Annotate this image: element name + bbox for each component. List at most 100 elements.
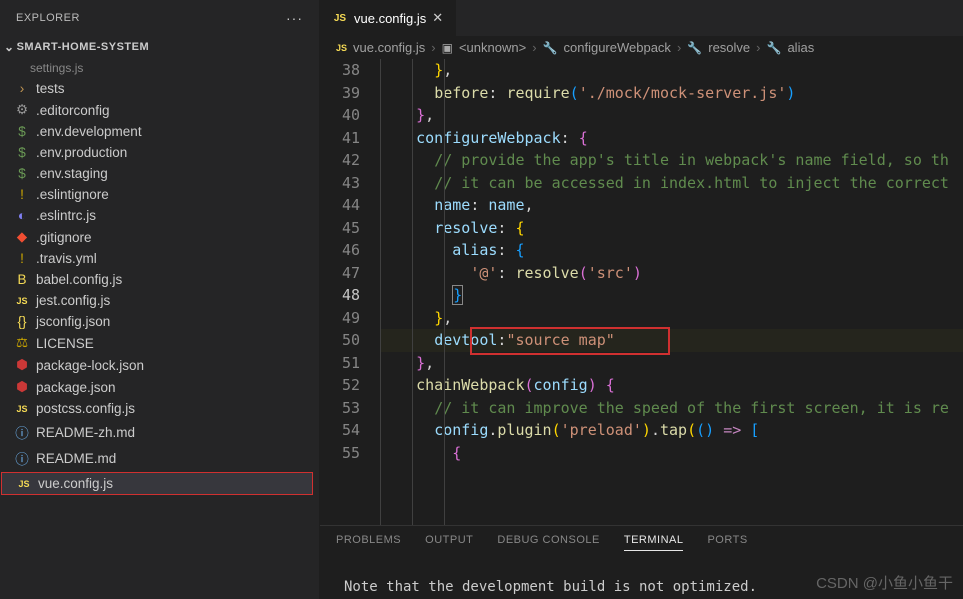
code-line[interactable]: // it can improve the speed of the first… [380,397,963,420]
file-label: jsconfig.json [36,314,110,329]
panel-tab-debug-console[interactable]: DEBUG CONSOLE [497,534,599,551]
file-label: vue.config.js [38,476,113,491]
brace-icon: {} [14,314,30,329]
code-line[interactable]: configureWebpack: { [380,127,963,150]
editor-tabs: JS vue.config.js ✕ [320,0,963,36]
breadcrumb[interactable]: JSvue.config.js›▣<unknown>›🔧configureWeb… [320,36,963,59]
file-label: README.md [36,451,116,466]
file-item[interactable]: ⬢ package.json [0,376,319,398]
code-line[interactable]: { [380,442,963,465]
code-line[interactable]: config.plugin('preload').tap(() => [ [380,419,963,442]
file-label: .gitignore [36,230,92,245]
file-item[interactable]: ⓘREADME-zh.md [0,419,319,445]
code-line[interactable]: } [380,284,963,307]
file-item[interactable]: ›tests [0,78,319,99]
code-line[interactable]: name: name, [380,194,963,217]
dollar-icon: $ [14,124,30,139]
file-label: package.json [36,380,116,395]
code-line[interactable]: '@': resolve('src') [380,262,963,285]
explorer-header: EXPLORER ··· [0,0,319,36]
info-icon: ⓘ [14,448,30,468]
npm-icon: ⬢ [14,357,30,373]
file-list: settings.js ›tests ⚙ .editorconfig $ .env.de… [0,58,319,599]
file-label: LICENSE [36,336,94,351]
breadcrumb-item[interactable]: vue.config.js [353,40,425,55]
file-label: .eslintrc.js [36,208,96,223]
explorer-sidebar: EXPLORER ··· ⌄ SMART-HOME-SYSTEM setting… [0,0,320,599]
breadcrumb-item[interactable]: alias [787,40,814,55]
file-item[interactable]: ⚖LICENSE [0,332,319,354]
bottom-panel: PROBLEMS OUTPUT DEBUG CONSOLE TERMINAL PORTS… [320,525,963,599]
tab-vue-config[interactable]: JS vue.config.js ✕ [320,0,456,36]
warn-icon: ! [14,251,30,266]
code-line[interactable]: before: require('./mock/mock-server.js') [380,82,963,105]
chevron-icon: › [14,81,30,96]
panel-tab-terminal[interactable]: TERMINAL [624,534,684,551]
file-item[interactable]: ◐ .eslintrc.js [0,205,319,226]
file-item[interactable]: JS postcss.config.js [0,398,319,419]
js-icon: JS [14,404,30,414]
code-line[interactable]: }, [380,307,963,330]
git-icon: ◆ [14,229,30,245]
file-item[interactable]: JS jest.config.js [0,290,319,311]
file-item[interactable]: ⚙ .editorconfig [0,99,319,121]
file-item[interactable]: ◆ .gitignore [0,226,319,248]
eslint-icon: ◐ [14,208,30,223]
file-label: .env.development [36,124,142,139]
file-item[interactable]: $ .env.staging [0,163,319,184]
code-line[interactable]: devtool:"source map" [380,329,963,352]
line-gutter: 383940414243444546474849505152535455 [320,59,380,525]
file-item[interactable]: {} jsconfig.json [0,311,319,332]
file-label: README-zh.md [36,425,135,440]
tab-label: vue.config.js [354,11,426,26]
terminal-content[interactable]: Note that the development build is not o… [320,559,963,599]
file-item[interactable]: ! .travis.yml [0,248,319,269]
file-label: .editorconfig [36,103,110,118]
main-area: JS vue.config.js ✕ JSvue.config.js›▣<unk… [320,0,963,599]
babel-icon: B [14,272,30,287]
npm-icon: ⬢ [14,379,30,395]
breadcrumb-item[interactable]: configureWebpack [564,40,671,55]
file-item[interactable]: !.eslintignore [0,184,319,205]
code-line[interactable]: resolve: { [380,217,963,240]
code-line[interactable]: }, [380,59,963,82]
file-item[interactable]: $.env.production [0,142,319,163]
code-editor[interactable]: 383940414243444546474849505152535455 }, … [320,59,963,525]
panel-tab-output[interactable]: OUTPUT [425,534,473,551]
explorer-more-icon[interactable]: ··· [286,10,303,26]
code-line[interactable]: }, [380,104,963,127]
breadcrumb-item[interactable]: resolve [708,40,750,55]
js-icon: JS [16,479,32,489]
code-line[interactable]: // provide the app's title in webpack's … [380,149,963,172]
js-icon: JS [14,296,30,306]
panel-tab-problems[interactable]: PROBLEMS [336,534,401,551]
file-item[interactable]: JS vue.config.js [1,472,313,495]
gear-icon: ⚙ [14,102,30,118]
file-label: jest.config.js [36,293,110,308]
file-item[interactable]: $ .env.development [0,121,319,142]
file-label: .env.production [36,145,127,160]
project-header[interactable]: ⌄ SMART-HOME-SYSTEM [0,36,319,58]
code-line[interactable]: }, [380,352,963,375]
breadcrumb-item[interactable]: <unknown> [459,40,526,55]
close-icon[interactable]: ✕ [432,10,443,26]
code-line[interactable]: // it can be accessed in index.html to i… [380,172,963,195]
file-label: .env.staging [36,166,108,181]
chevron-down-icon: ⌄ [4,40,15,54]
file-label: .travis.yml [36,251,97,266]
panel-tab-ports[interactable]: PORTS [707,534,747,551]
wrench-icon: 🔧 [767,41,782,55]
file-item-truncated[interactable]: settings.js [0,58,319,78]
dollar-icon: $ [14,166,30,181]
wrench-icon: 🔧 [687,41,702,55]
file-label: postcss.config.js [36,401,135,416]
code-line[interactable]: chainWebpack(config) { [380,374,963,397]
explorer-title: EXPLORER [16,12,80,24]
file-item[interactable]: ⬢package-lock.json [0,354,319,376]
file-item[interactable]: ⓘ README.md [0,445,319,471]
code-line[interactable]: alias: { [380,239,963,262]
project-name: SMART-HOME-SYSTEM [17,41,150,53]
code-area[interactable]: }, before: require('./mock/mock-server.j… [380,59,963,525]
file-item[interactable]: Bbabel.config.js [0,269,319,290]
cube-icon: ▣ [442,41,453,55]
